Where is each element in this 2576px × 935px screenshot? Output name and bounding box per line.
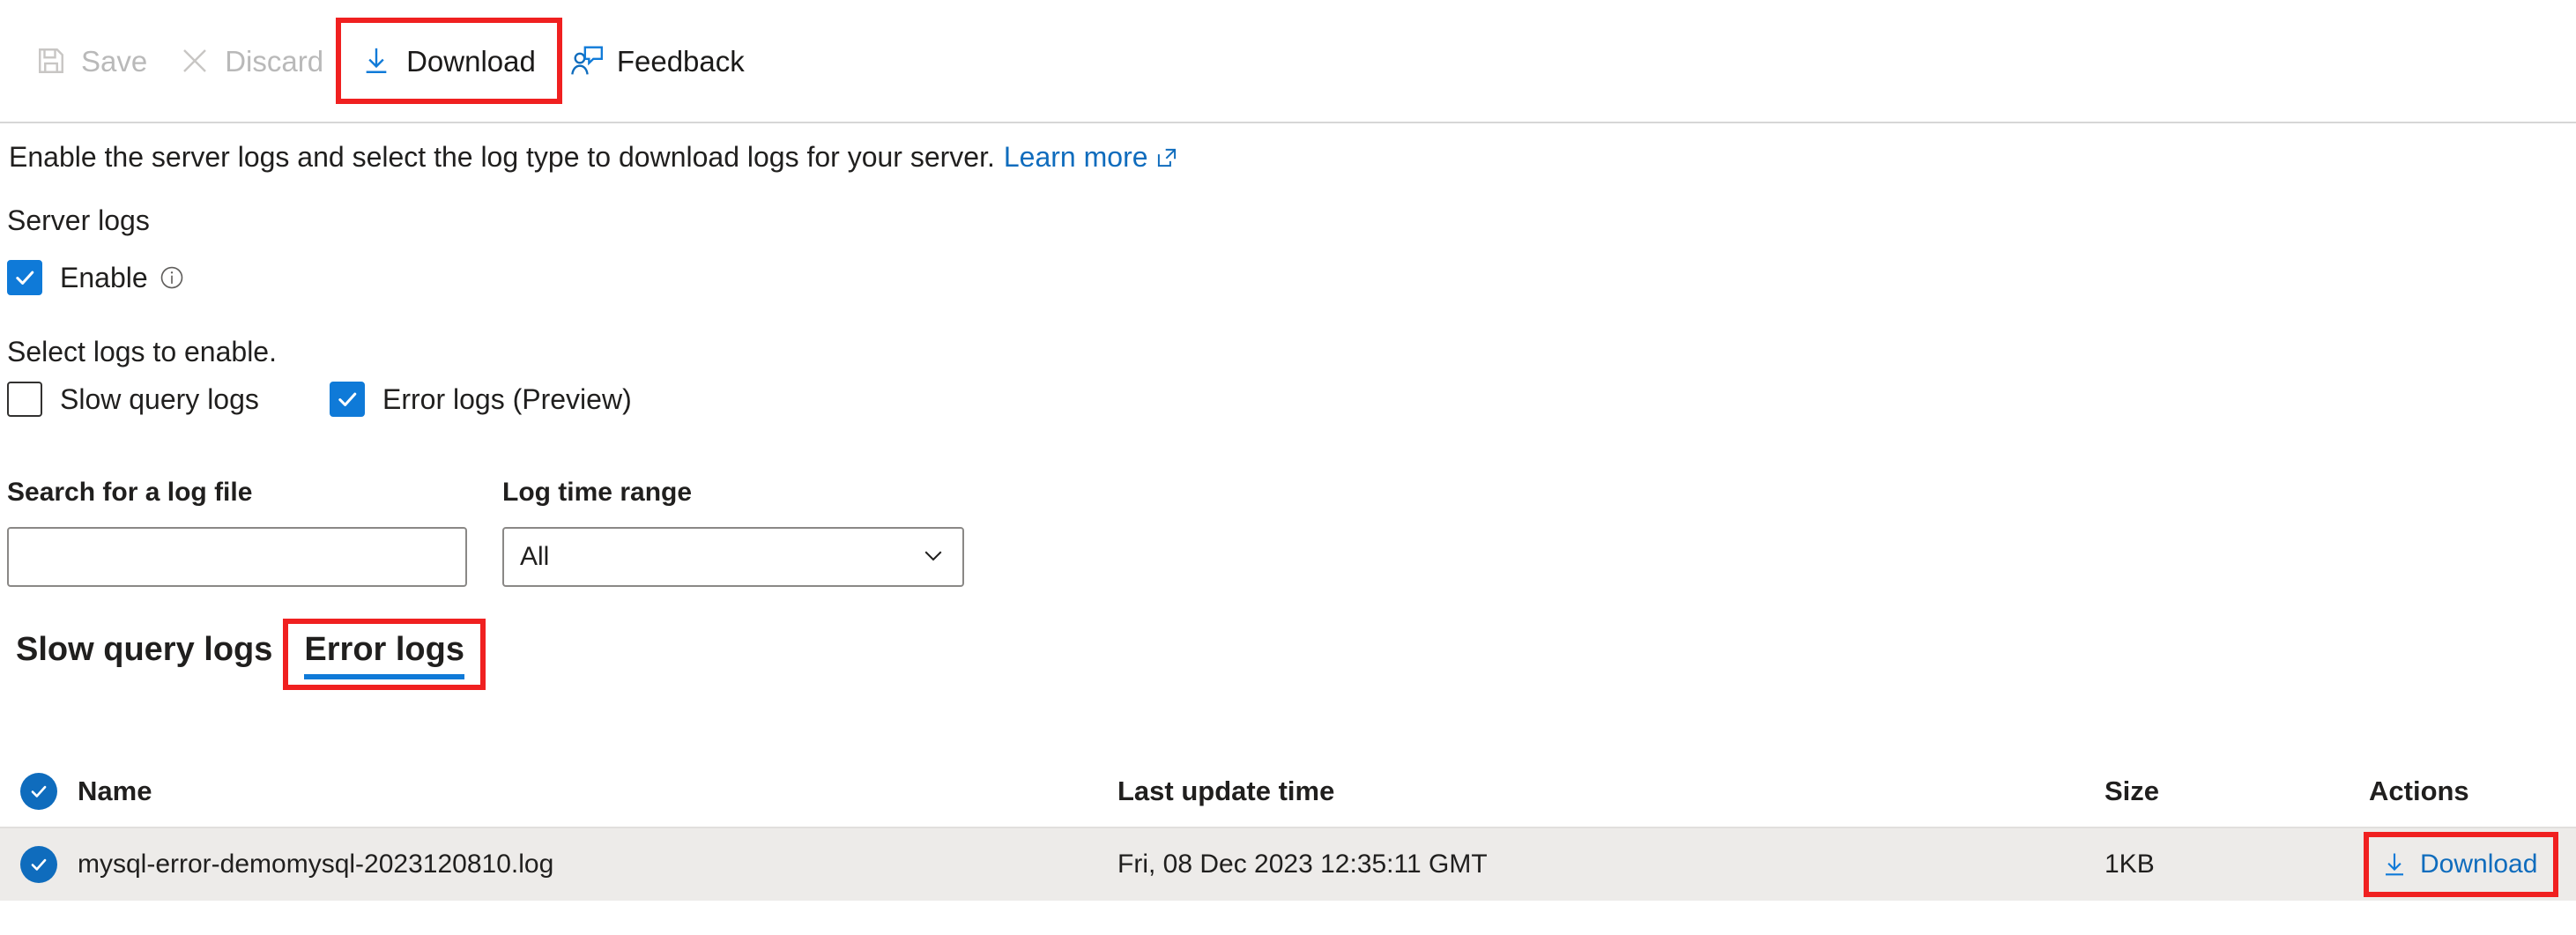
- enable-checkbox-label: Enable: [60, 262, 148, 294]
- download-button[interactable]: Download: [341, 23, 557, 99]
- tab-error-logs-underline: [304, 674, 464, 679]
- save-icon: [33, 43, 69, 78]
- error-logs-checkbox-label: Error logs (Preview): [382, 383, 632, 416]
- tab-error-logs-label: Error logs: [304, 631, 464, 668]
- row-cell-last-update-time: Fri, 08 Dec 2023 12:35:11 GMT: [1117, 850, 2105, 879]
- learn-more-link[interactable]: Learn more: [1004, 141, 1178, 173]
- error-logs-checkbox[interactable]: Error logs (Preview): [330, 382, 632, 417]
- column-header-size[interactable]: Size: [2105, 775, 2369, 807]
- column-header-last-update-time[interactable]: Last update time: [1117, 775, 2105, 807]
- log-time-range-label: Log time range: [502, 478, 692, 508]
- description-text: Enable the server logs and select the lo…: [9, 141, 995, 173]
- info-icon[interactable]: [159, 264, 185, 291]
- discard-icon: [177, 43, 212, 78]
- error-logs-checkbox-box[interactable]: [330, 382, 365, 417]
- column-header-actions: Actions: [2369, 775, 2576, 807]
- log-time-range-value: All: [520, 542, 920, 572]
- learn-more-label: Learn more: [1004, 141, 1148, 173]
- enable-checkbox-box[interactable]: [7, 260, 42, 295]
- download-icon: [2381, 851, 2408, 878]
- tab-slow-query-logs[interactable]: Slow query logs: [0, 624, 288, 685]
- command-toolbar: Save Discard Download Feedback: [0, 0, 2576, 123]
- save-label: Save: [81, 47, 147, 76]
- chevron-down-icon: [920, 542, 947, 573]
- enable-server-logs-checkbox[interactable]: Enable: [7, 260, 185, 295]
- tab-error-logs[interactable]: Error logs: [288, 624, 480, 685]
- row-select-checkbox[interactable]: [0, 846, 78, 883]
- row-download-button[interactable]: Download: [2369, 837, 2553, 892]
- table-row[interactable]: mysql-error-demomysql-2023120810.log Fri…: [0, 828, 2576, 901]
- row-cell-actions: Download: [2369, 837, 2576, 892]
- row-cell-size: 1KB: [2105, 850, 2369, 879]
- row-check-icon: [20, 846, 57, 883]
- download-icon: [359, 43, 394, 78]
- select-all-checkbox[interactable]: [0, 773, 78, 810]
- server-logs-section-label: Server logs: [7, 204, 150, 237]
- slow-query-logs-checkbox[interactable]: Slow query logs: [7, 382, 259, 417]
- page-description: Enable the server logs and select the lo…: [9, 139, 1178, 177]
- slow-query-logs-checkbox-label: Slow query logs: [60, 383, 259, 416]
- discard-button[interactable]: Discard: [165, 33, 341, 88]
- save-button[interactable]: Save: [21, 33, 165, 88]
- select-all-check-icon: [20, 773, 57, 810]
- table-header-row: Name Last update time Size Actions: [0, 756, 2576, 828]
- row-download-label: Download: [2420, 850, 2537, 879]
- log-files-table: Name Last update time Size Actions mysql…: [0, 756, 2576, 901]
- search-input[interactable]: [7, 527, 467, 587]
- tab-slow-query-logs-label: Slow query logs: [16, 631, 272, 668]
- slow-query-logs-checkbox-box[interactable]: [7, 382, 42, 417]
- column-header-name[interactable]: Name: [78, 775, 1117, 807]
- download-label: Download: [406, 47, 536, 76]
- select-logs-label: Select logs to enable.: [7, 336, 277, 368]
- external-link-icon: [1155, 142, 1178, 177]
- row-cell-name: mysql-error-demomysql-2023120810.log: [78, 850, 1117, 879]
- feedback-label: Feedback: [617, 47, 745, 76]
- logs-pivot: Slow query logs Error logs: [0, 624, 480, 685]
- log-time-range-select[interactable]: All: [502, 527, 964, 587]
- feedback-icon: [569, 43, 605, 78]
- search-input-label: Search for a log file: [7, 478, 252, 508]
- discard-label: Discard: [225, 47, 323, 76]
- feedback-button[interactable]: Feedback: [557, 33, 762, 88]
